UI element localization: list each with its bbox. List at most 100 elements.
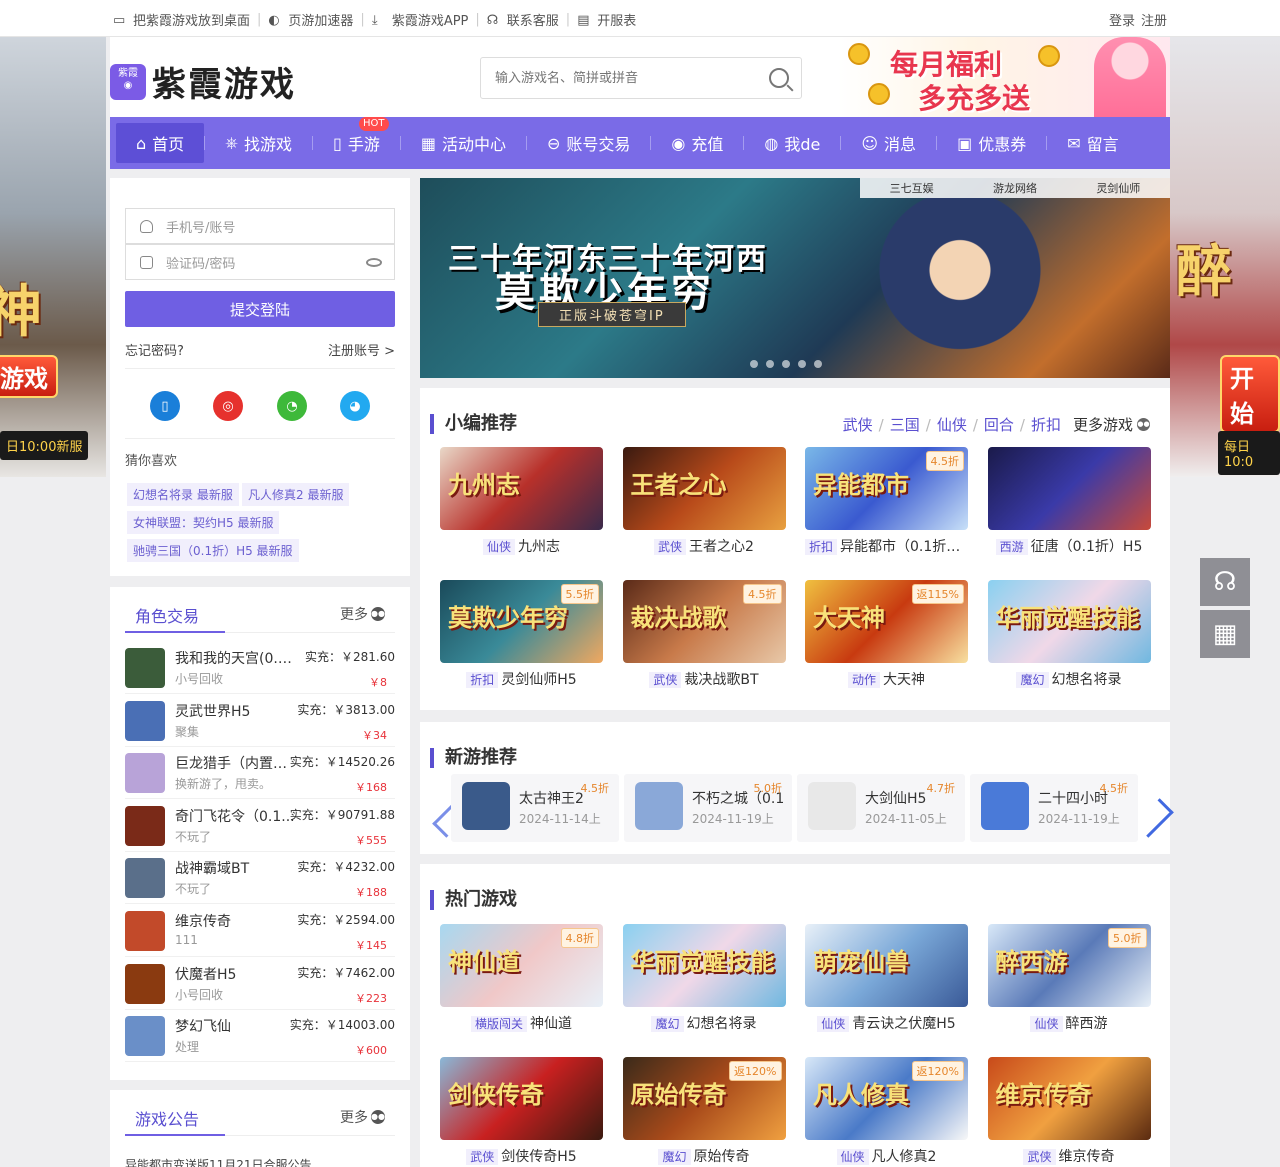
banner-dot[interactable] bbox=[750, 360, 758, 368]
trade-more-link[interactable]: 更多 ●● bbox=[340, 604, 385, 624]
qrcode-button[interactable]: ▦ bbox=[1200, 610, 1250, 658]
game-card[interactable]: 萌宠仙兽 仙侠 青云诀之伏魔H5 bbox=[805, 924, 968, 1033]
trade-row[interactable]: 梦幻飞仙 实充：￥14003.00 处理 ￥600 bbox=[125, 1010, 395, 1063]
login-link[interactable]: 登录 bbox=[1109, 10, 1135, 29]
nav-find-game[interactable]: ⎈ 找游戏 bbox=[205, 123, 312, 163]
game-card-label[interactable]: 动作 大天神 bbox=[805, 669, 968, 689]
game-card-label[interactable]: 魔幻 原始传奇 bbox=[623, 1146, 786, 1166]
game-card-label[interactable]: 仙侠 凡人修真2 bbox=[805, 1146, 968, 1166]
game-card-label[interactable]: 西游 征唐（0.1折）H5 bbox=[988, 536, 1151, 556]
trade-row[interactable]: 灵武世界H5 实充：￥3813.00 聚集 ￥34 bbox=[125, 695, 395, 747]
banner-dot[interactable] bbox=[782, 360, 790, 368]
forgot-password-link[interactable]: 忘记密码? bbox=[125, 340, 184, 359]
game-card[interactable]: 凡人修真 返120% 仙侠 凡人修真2 bbox=[805, 1057, 968, 1166]
site-logo[interactable]: 紫霞 ◉ 紫霞游戏 bbox=[110, 57, 296, 106]
new-game-item[interactable]: 太古神王2 2024-11-14上 4.5折 bbox=[451, 774, 619, 842]
game-cover[interactable]: 九州志 bbox=[440, 447, 603, 530]
game-cover[interactable]: 醉西游 5.0折 bbox=[987, 924, 1151, 1007]
qq-icon[interactable]: ◕ bbox=[340, 391, 370, 421]
accelerator-link[interactable]: ◐ 页游加速器 bbox=[268, 10, 353, 30]
game-card-label[interactable]: 武侠 剑侠传奇H5 bbox=[440, 1146, 603, 1166]
game-card[interactable]: 异能都市 4.5折 折扣 异能都市（0.1折）... bbox=[805, 447, 968, 556]
game-card[interactable]: 西游 征唐（0.1折）H5 bbox=[987, 447, 1151, 556]
guess-tag[interactable]: 幻想名将录 最新服 bbox=[127, 483, 239, 506]
game-card-label[interactable]: 魔幻 幻想名将录 bbox=[988, 669, 1151, 689]
game-cover[interactable]: 凡人修真 返120% bbox=[805, 1057, 968, 1140]
account-field[interactable]: 手机号/账号 bbox=[125, 208, 395, 244]
phone-login-icon[interactable]: ▯ bbox=[150, 391, 180, 421]
nav-my[interactable]: ◍ 我de bbox=[744, 123, 840, 163]
trade-row[interactable]: 伏魔者H5 实充：￥7462.00 小号回收 ￥223 bbox=[125, 958, 395, 1010]
nav-mobile-games[interactable]: ▯ 手游 HOT bbox=[313, 117, 400, 163]
game-card[interactable]: 华丽觉醒技能 魔幻 幻想名将录 bbox=[987, 580, 1151, 689]
game-cover[interactable]: 神仙道 4.8折 bbox=[440, 924, 603, 1007]
category-link[interactable]: 回合 bbox=[984, 414, 1014, 435]
game-card-label[interactable]: 折扣 灵剑仙师H5 bbox=[440, 669, 603, 689]
nav-coupons[interactable]: ▣ 优惠券 bbox=[937, 123, 1046, 163]
wechat-icon[interactable]: ◔ bbox=[277, 391, 307, 421]
next-arrow-icon[interactable] bbox=[1134, 798, 1174, 838]
nav-guestbook[interactable]: ✉ 留言 bbox=[1047, 123, 1138, 163]
game-cover[interactable] bbox=[987, 447, 1151, 530]
register-account-link[interactable]: 注册账号 > bbox=[328, 340, 395, 359]
trade-row[interactable]: 我和我的天宫(0.0... 实充：￥281.60 小号回收 ￥8 bbox=[125, 642, 395, 694]
game-card[interactable]: 莫欺少年穷 5.5折 折扣 灵剑仙师H5 bbox=[440, 580, 603, 689]
game-cover[interactable]: 维京传奇 bbox=[987, 1057, 1151, 1140]
game-card[interactable]: 醉西游 5.0折 仙侠 醉西游 bbox=[987, 924, 1151, 1033]
nav-messages[interactable]: ☺ 消息 bbox=[841, 123, 936, 163]
promo-banner[interactable]: 每月福利 多充多送 bbox=[838, 37, 1170, 117]
left-side-banner[interactable]: 神 游戏 日10:00新服 bbox=[0, 37, 106, 477]
game-card-label[interactable]: 魔幻 幻想名将录 bbox=[623, 1013, 786, 1033]
game-card-label[interactable]: 仙侠 醉西游 bbox=[988, 1013, 1151, 1033]
game-card[interactable]: 维京传奇 武侠 维京传奇 bbox=[987, 1057, 1151, 1166]
nav-home[interactable]: ⌂ 首页 bbox=[116, 123, 205, 163]
right-side-banner[interactable]: 醉 开始 每日10:0 bbox=[1170, 37, 1280, 477]
banner-pagination[interactable] bbox=[750, 360, 822, 368]
search-input[interactable] bbox=[481, 58, 751, 98]
weibo-icon[interactable]: ◎ bbox=[213, 391, 243, 421]
notice-more-link[interactable]: 更多 ●● bbox=[340, 1107, 385, 1127]
game-cover[interactable]: 大天神 返115% bbox=[805, 580, 968, 663]
game-cover[interactable]: 华丽觉醒技能 bbox=[622, 924, 786, 1007]
game-card-label[interactable]: 武侠 维京传奇 bbox=[988, 1146, 1151, 1166]
banner-dot[interactable] bbox=[814, 360, 822, 368]
category-link[interactable]: 三国 bbox=[890, 414, 920, 435]
game-cover[interactable]: 裁决战歌 4.5折 bbox=[622, 580, 786, 663]
game-cover[interactable]: 原始传奇 返120% bbox=[622, 1057, 786, 1140]
contact-link[interactable]: ☊ 联系客服 bbox=[487, 10, 559, 30]
game-card-label[interactable]: 横版闯关 神仙道 bbox=[440, 1013, 603, 1033]
app-link[interactable]: ⤓ 紫霞游戏APP bbox=[372, 10, 469, 30]
trade-row[interactable]: 维京传奇 实充：￥2594.00 111 ￥145 bbox=[125, 905, 395, 957]
game-cover[interactable]: 异能都市 4.5折 bbox=[805, 447, 968, 530]
nav-account-trade[interactable]: ⊖ 账号交易 bbox=[527, 123, 650, 163]
game-card[interactable]: 裁决战歌 4.5折 武侠 裁决战歌BT bbox=[622, 580, 786, 689]
customer-service-button[interactable]: ☊ bbox=[1200, 558, 1250, 606]
new-game-item[interactable]: 二十四小时 2024-11-19上 4.5折 bbox=[970, 774, 1138, 842]
guess-tag[interactable]: 驰骋三国（0.1折）H5 最新服 bbox=[127, 539, 299, 562]
new-game-item[interactable]: 不朽之城（0.1 2024-11-19上 5.0折 bbox=[624, 774, 792, 842]
register-link[interactable]: 注册 bbox=[1141, 10, 1167, 29]
add-to-desktop-link[interactable]: ▭ 把紫霞游戏放到桌面 bbox=[113, 10, 250, 30]
eye-icon[interactable] bbox=[366, 258, 382, 267]
left-banner-button[interactable]: 游戏 bbox=[0, 355, 58, 398]
new-game-item[interactable]: 大剑仙H5 2024-11-05上 4.7折 bbox=[797, 774, 965, 842]
notice-item[interactable]: 异能都市变送版11月21日合服公告 bbox=[125, 1156, 312, 1167]
game-card[interactable]: 剑侠传奇 武侠 剑侠传奇H5 bbox=[440, 1057, 603, 1166]
search-icon[interactable] bbox=[769, 68, 789, 88]
game-cover[interactable]: 王者之心 bbox=[622, 447, 786, 530]
category-link[interactable]: 折扣 bbox=[1031, 414, 1061, 435]
submit-login-button[interactable]: 提交登陆 bbox=[125, 291, 395, 327]
game-card-label[interactable]: 仙侠 青云诀之伏魔H5 bbox=[805, 1013, 968, 1033]
game-card[interactable]: 华丽觉醒技能 魔幻 幻想名将录 bbox=[622, 924, 786, 1033]
guess-tag[interactable]: 女神联盟：契约H5 最新服 bbox=[127, 511, 280, 534]
game-cover[interactable]: 莫欺少年穷 5.5折 bbox=[440, 580, 603, 663]
trade-row[interactable]: 巨龙猎手（内置0... 实充：￥14520.26 换新游了，甩卖。 ￥168 bbox=[125, 747, 395, 800]
banner-dot[interactable] bbox=[766, 360, 774, 368]
password-field[interactable]: 验证码/密码 bbox=[125, 244, 395, 280]
nav-recharge[interactable]: ◉ 充值 bbox=[651, 123, 743, 163]
category-link[interactable]: 武侠 bbox=[843, 414, 873, 435]
trade-row[interactable]: 奇门飞花令（0.1... 实充：￥90791.88 不玩了 ￥555 bbox=[125, 800, 395, 852]
game-card[interactable]: 九州志 仙侠 九州志 bbox=[440, 447, 603, 556]
hero-banner[interactable]: 三七互娱 游龙网络 灵剑仙师 三十年河东三十年河西 莫欺少年穷 正版斗破苍穹IP bbox=[420, 178, 1170, 378]
more-games-link[interactable]: 更多游戏 ●● bbox=[1073, 414, 1150, 435]
